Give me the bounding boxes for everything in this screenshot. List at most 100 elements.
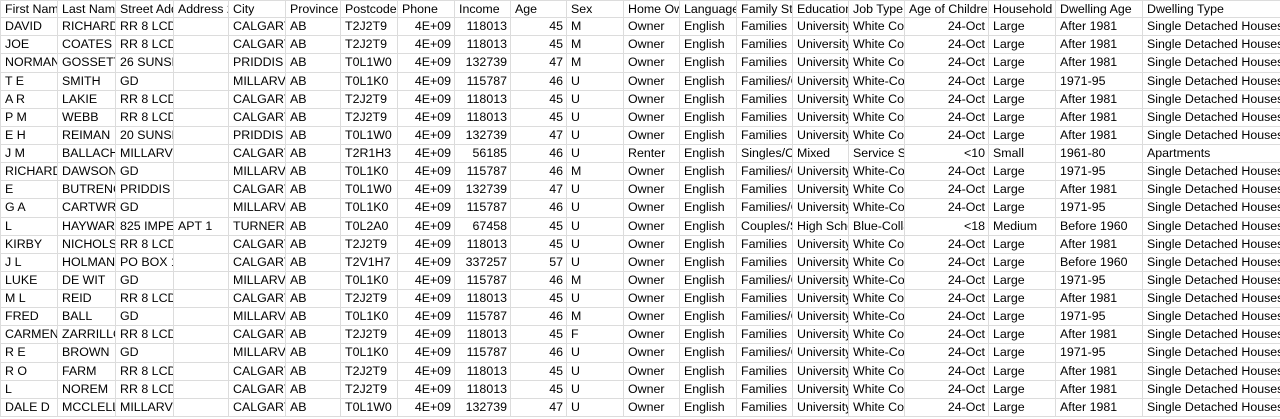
- cell-job-type[interactable]: White-Collar: [849, 163, 905, 182]
- cell-phone[interactable]: 4E+09: [398, 126, 455, 145]
- cell-province[interactable]: AB: [286, 253, 341, 272]
- cell-dwelling-type[interactable]: Single Detached Houses: [1143, 290, 1280, 309]
- cell-dwelling-type[interactable]: Single Detached Houses: [1143, 109, 1280, 127]
- cell-age[interactable]: 46: [511, 163, 567, 182]
- cell-education[interactable]: University: [793, 72, 849, 91]
- cell-province[interactable]: AB: [286, 362, 341, 381]
- cell-household-size[interactable]: Large: [989, 163, 1056, 182]
- cell-first-name[interactable]: R O: [0, 362, 58, 381]
- cell-home-ownership[interactable]: Owner: [624, 253, 680, 272]
- cell-dwelling-age[interactable]: After 1981: [1056, 380, 1143, 399]
- cell-first-name[interactable]: J M: [0, 145, 58, 164]
- cell-last-name[interactable]: MCCLELLAND: [58, 398, 116, 417]
- cell-address-2[interactable]: [174, 108, 229, 127]
- cell-dwelling-age[interactable]: After 1981: [1056, 108, 1143, 127]
- cell-first-name[interactable]: JOE: [0, 36, 58, 55]
- cell-education[interactable]: Mixed: [793, 145, 849, 164]
- cell-city[interactable]: TURNER VALLEY: [229, 217, 286, 236]
- cell-education[interactable]: University: [793, 398, 849, 417]
- cell-address-2[interactable]: [174, 199, 229, 218]
- cell-postcode[interactable]: T0L1K0: [341, 308, 398, 327]
- cell-first-name[interactable]: P M: [0, 108, 58, 127]
- cell-dwelling-age[interactable]: After 1981: [1056, 398, 1143, 417]
- cell-dwelling-age[interactable]: 1971-95: [1056, 308, 1143, 327]
- cell-home-ownership[interactable]: Owner: [624, 90, 680, 109]
- cell-street-address[interactable]: GD: [116, 199, 174, 218]
- cell-income[interactable]: 132739: [455, 398, 511, 417]
- cell-family-status[interactable]: Families: [737, 54, 793, 73]
- cell-street-address[interactable]: RR 8 LCD 8: [116, 36, 174, 55]
- cell-job-type[interactable]: White Collar: [849, 108, 905, 127]
- cell-address-2[interactable]: [174, 163, 229, 182]
- cell-sex[interactable]: M: [567, 308, 624, 327]
- cell-last-name[interactable]: BUTRENCHUK: [58, 181, 116, 200]
- cell-dwelling-type[interactable]: Single Detached Houses: [1143, 73, 1280, 91]
- cell-postcode[interactable]: T0L1K0: [341, 163, 398, 182]
- cell-family-status[interactable]: Families: [737, 362, 793, 381]
- cell-income[interactable]: 118013: [455, 18, 511, 37]
- cell-age[interactable]: 45: [511, 235, 567, 254]
- cell-home-ownership[interactable]: Owner: [624, 181, 680, 200]
- cell-dwelling-type[interactable]: Single Detached Houses: [1143, 381, 1280, 399]
- cell-family-status[interactable]: Families: [737, 326, 793, 345]
- cell-family-status[interactable]: Families/Couples: [737, 271, 793, 290]
- cell-income[interactable]: 115787: [455, 199, 511, 218]
- cell-dwelling-type[interactable]: Single Detached Houses: [1143, 199, 1280, 218]
- cell-sex[interactable]: F: [567, 326, 624, 345]
- cell-phone[interactable]: 4E+09: [398, 308, 455, 327]
- cell-first-name[interactable]: FRED: [0, 308, 58, 327]
- cell-household-size[interactable]: Large: [989, 253, 1056, 272]
- cell-sex[interactable]: U: [567, 199, 624, 218]
- cell-street-address[interactable]: GD: [116, 308, 174, 327]
- cell-phone[interactable]: 4E+09: [398, 18, 455, 37]
- cell-home-ownership[interactable]: Owner: [624, 18, 680, 37]
- cell-dwelling-type[interactable]: Single Detached Houses: [1143, 272, 1280, 290]
- cell-education[interactable]: University: [793, 54, 849, 73]
- cell-job-type[interactable]: White-Collar: [849, 308, 905, 327]
- cell-language[interactable]: English: [680, 181, 737, 200]
- cell-phone[interactable]: 4E+09: [398, 290, 455, 309]
- cell-language[interactable]: English: [680, 271, 737, 290]
- cell-job-type[interactable]: White Collar: [849, 18, 905, 37]
- cell-family-status[interactable]: Couples/Singles: [737, 217, 793, 236]
- cell-age-of-children[interactable]: 24-Oct: [905, 18, 989, 37]
- cell-job-type[interactable]: White Collar: [849, 90, 905, 109]
- cell-home-ownership[interactable]: Owner: [624, 380, 680, 399]
- cell-sex[interactable]: U: [567, 398, 624, 417]
- cell-last-name[interactable]: HAYWARD: [58, 217, 116, 236]
- cell-first-name[interactable]: CARMEN: [0, 326, 58, 345]
- cell-income[interactable]: 118013: [455, 90, 511, 109]
- cell-postcode[interactable]: T0L1W0: [341, 54, 398, 73]
- cell-family-status[interactable]: Families: [737, 235, 793, 254]
- cell-household-size[interactable]: Large: [989, 380, 1056, 399]
- cell-city[interactable]: MILLARVILLE: [229, 199, 286, 218]
- cell-phone[interactable]: 4E+09: [398, 326, 455, 345]
- cell-age[interactable]: 46: [511, 199, 567, 218]
- cell-language[interactable]: English: [680, 108, 737, 127]
- cell-phone[interactable]: 4E+09: [398, 72, 455, 91]
- header-cell-age-of-children[interactable]: Age of Children: [905, 0, 989, 19]
- cell-province[interactable]: AB: [286, 290, 341, 309]
- cell-education[interactable]: University: [793, 380, 849, 399]
- cell-address-2[interactable]: [174, 235, 229, 254]
- cell-city[interactable]: CALGARY: [229, 36, 286, 55]
- cell-age-of-children[interactable]: 24-Oct: [905, 163, 989, 182]
- cell-address-2[interactable]: [174, 253, 229, 272]
- cell-language[interactable]: English: [680, 290, 737, 309]
- cell-first-name[interactable]: KIRBY: [0, 235, 58, 254]
- cell-first-name[interactable]: NORMAN: [0, 54, 58, 73]
- cell-language[interactable]: English: [680, 326, 737, 345]
- cell-language[interactable]: English: [680, 308, 737, 327]
- cell-dwelling-age[interactable]: 1971-95: [1056, 344, 1143, 363]
- cell-first-name[interactable]: DALE D: [0, 398, 58, 417]
- cell-dwelling-type[interactable]: Single Detached Houses: [1143, 254, 1280, 272]
- cell-family-status[interactable]: Families: [737, 90, 793, 109]
- cell-family-status[interactable]: Families/Couples: [737, 344, 793, 363]
- cell-sex[interactable]: U: [567, 181, 624, 200]
- cell-family-status[interactable]: Families/Couples: [737, 308, 793, 327]
- cell-city[interactable]: CALGARY: [229, 181, 286, 200]
- header-cell-language[interactable]: Language: [680, 0, 737, 19]
- cell-age-of-children[interactable]: <18: [905, 217, 989, 236]
- cell-family-status[interactable]: Families: [737, 380, 793, 399]
- cell-language[interactable]: English: [680, 380, 737, 399]
